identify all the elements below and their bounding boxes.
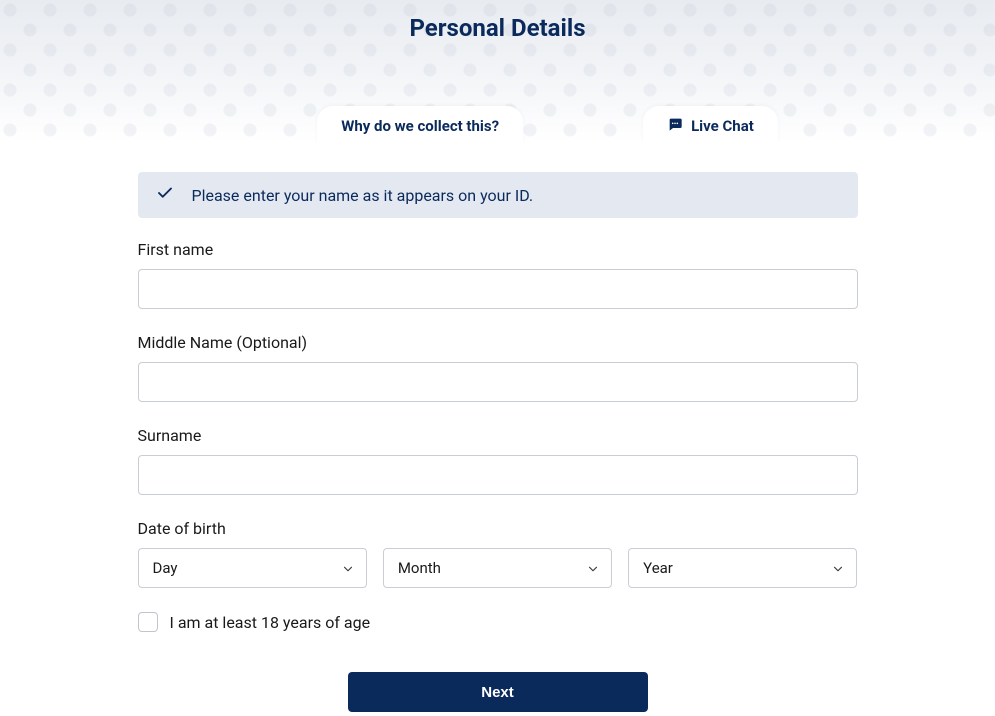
surname-group: Surname [138,426,858,495]
dob-group: Date of birth Day Month Yea [138,519,858,588]
page-title: Personal Details [0,0,995,42]
why-collect-label: Why do we collect this? [341,117,499,135]
dob-label: Date of birth [138,519,858,538]
live-chat-label: Live Chat [691,117,754,135]
middle-name-label: Middle Name (Optional) [138,333,858,352]
live-chat-link[interactable]: Live Chat [643,106,778,142]
surname-label: Surname [138,426,858,445]
middle-name-group: Middle Name (Optional) [138,333,858,402]
why-collect-link[interactable]: Why do we collect this? [317,106,523,142]
info-banner-text: Please enter your name as it appears on … [192,186,534,205]
form-container: Please enter your name as it appears on … [138,142,858,712]
dob-day-select[interactable]: Day [138,548,367,588]
age-confirm-row: I am at least 18 years of age [138,612,858,632]
chat-icon [667,116,683,136]
next-button[interactable]: Next [348,672,648,712]
dob-year-select[interactable]: Year [628,548,857,588]
middle-name-input[interactable] [138,362,858,402]
age-confirm-checkbox[interactable] [138,612,158,632]
dob-row: Day Month Year [138,548,858,588]
dob-month-select[interactable]: Month [383,548,612,588]
header-chips-row: Why do we collect this? Live Chat [0,106,995,142]
dob-month-wrap: Month [383,548,612,588]
first-name-label: First name [138,240,858,259]
dob-year-wrap: Year [628,548,857,588]
button-row: Next [138,672,858,712]
check-icon [156,184,174,206]
first-name-input[interactable] [138,269,858,309]
dob-day-wrap: Day [138,548,367,588]
info-banner: Please enter your name as it appears on … [138,172,858,218]
surname-input[interactable] [138,455,858,495]
hero-section: Personal Details Why do we collect this?… [0,0,995,142]
first-name-group: First name [138,240,858,309]
age-confirm-label: I am at least 18 years of age [170,613,371,632]
